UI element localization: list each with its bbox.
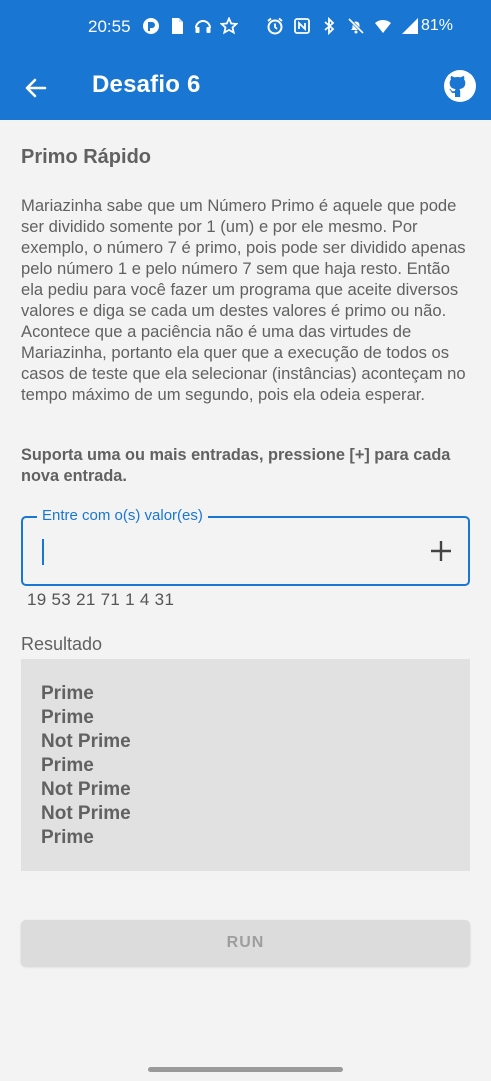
result-line: Prime xyxy=(41,683,94,704)
nfc-icon xyxy=(294,18,310,34)
result-line: Not Prime xyxy=(41,779,131,800)
app-notification-icon xyxy=(143,18,159,34)
signal-icon xyxy=(402,18,418,34)
text-cursor xyxy=(42,539,44,565)
input-hint: Suporta uma ou mais entradas, pressione … xyxy=(21,446,451,485)
wifi-icon xyxy=(375,19,391,33)
star-icon xyxy=(220,17,238,35)
alarm-icon xyxy=(267,17,283,35)
value-input-container[interactable]: Entre com o(s) valor(es) xyxy=(21,507,470,586)
result-line: Prime xyxy=(41,707,94,728)
system-icons xyxy=(266,17,419,35)
result-line: Not Prime xyxy=(41,731,131,752)
main-content: Primo Rápido Mariazinha sabe que um Núme… xyxy=(0,120,491,1060)
arrow-left-icon[interactable] xyxy=(20,72,52,104)
challenge-description: Mariazinha sabe que um Número Primo é aq… xyxy=(21,196,466,404)
status-time: 20:55 xyxy=(88,17,131,36)
input-label: Entre com o(s) valor(es) xyxy=(37,507,208,524)
bluetooth-icon xyxy=(324,17,335,35)
page-title: Desafio 6 xyxy=(92,71,201,98)
home-gesture-handle[interactable] xyxy=(148,1067,343,1072)
result-line: Prime xyxy=(41,827,94,848)
github-icon[interactable] xyxy=(443,69,477,103)
challenge-title: Primo Rápido xyxy=(21,146,152,168)
result-line: Prime xyxy=(41,755,94,776)
app-bar: Desafio 6 xyxy=(0,56,491,120)
mute-icon xyxy=(347,17,365,35)
result-line: Not Prime xyxy=(41,803,131,824)
notification-icons xyxy=(142,17,238,35)
entered-values: 19 53 21 71 1 4 31 xyxy=(27,590,175,609)
headphones-icon xyxy=(195,20,211,33)
plus-icon[interactable] xyxy=(428,538,454,564)
document-icon xyxy=(172,18,183,34)
battery-level: 81% xyxy=(421,17,454,34)
result-lines: Prime Prime Not Prime Prime Not Prime No… xyxy=(41,682,131,850)
result-output: Prime Prime Not Prime Prime Not Prime No… xyxy=(21,659,470,871)
status-bar: 20:55 81% xyxy=(0,0,491,56)
value-input[interactable] xyxy=(39,534,409,568)
result-label: Resultado xyxy=(21,634,103,654)
run-button[interactable]: RUN xyxy=(21,920,470,966)
